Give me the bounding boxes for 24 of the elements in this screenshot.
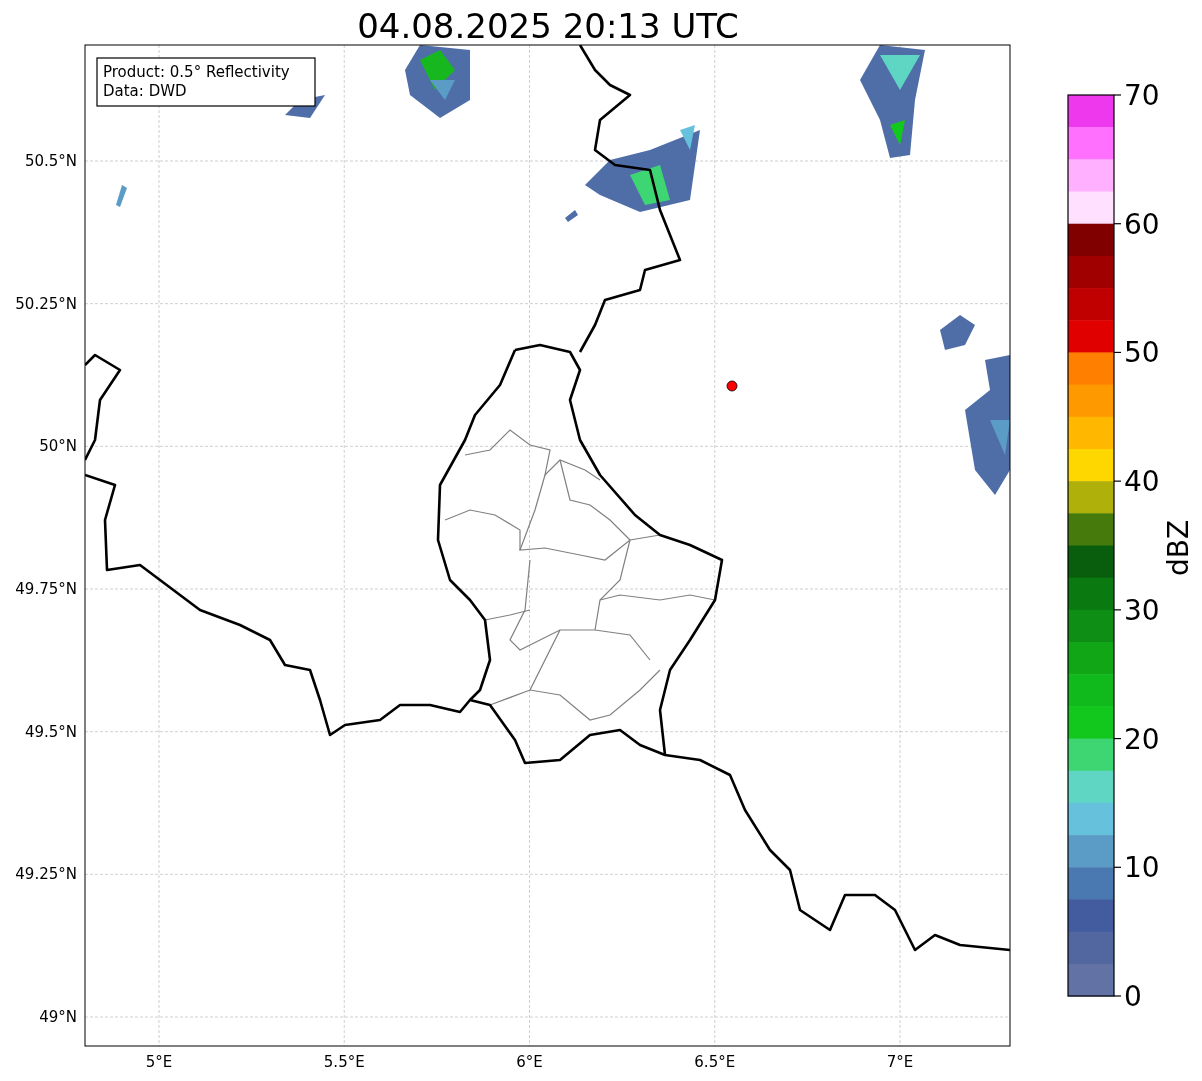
location-marker (726, 380, 738, 392)
longitude-label: 6°E (516, 1053, 543, 1071)
colorbar-label: dBZ (1162, 519, 1195, 577)
colorbar-tick-label: 70 (1124, 79, 1160, 112)
colorbar-tick-label: 10 (1124, 851, 1160, 885)
colorbar-tick-label: 40 (1124, 465, 1160, 499)
colorbar-tick-label: 60 (1124, 207, 1160, 241)
longitude-label: 7°E (886, 1053, 914, 1071)
longitude-label: 6.5°E (694, 1053, 736, 1071)
latitude-label: 50.25°N (15, 294, 77, 313)
longitude-label: 5°E (145, 1053, 173, 1071)
latitude-label: 49.25°N (15, 865, 77, 884)
colorbar-tick-label: 50 (1124, 336, 1160, 370)
colorbar-tick-label: 20 (1124, 722, 1160, 756)
chart-title: 04.08.2025 20:13 UTC (357, 6, 739, 46)
longitude-label: 5.5°E (323, 1053, 365, 1071)
latitude-label: 49.5°N (24, 722, 77, 741)
info-box: Product: 0.5° Reflectivity Data: DWD (96, 57, 316, 107)
colorbar-tick-label: 30 (1124, 593, 1160, 627)
colorbar-tick-label: 0 (1124, 980, 1142, 1013)
latitude-label: 49.75°N (15, 580, 77, 598)
latitude-label: 50.5°N (24, 152, 77, 170)
latitude-label: 50°N (39, 437, 77, 456)
latitude-label: 49°N (39, 1008, 77, 1026)
